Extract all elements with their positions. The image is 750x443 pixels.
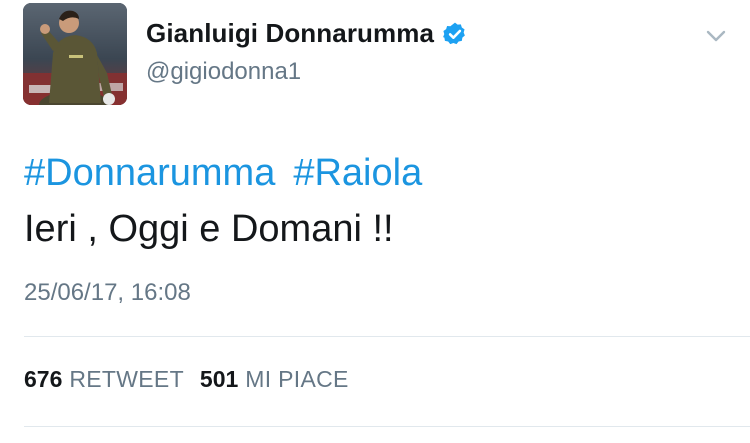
avatar-image — [23, 3, 127, 105]
author-display-name[interactable]: Gianluigi Donnarumma — [146, 18, 434, 49]
retweet-count[interactable]: 676 — [24, 366, 62, 393]
hashtag-link[interactable]: #Raiola — [293, 152, 422, 194]
author-handle[interactable]: @gigiodonna1 — [146, 58, 301, 86]
tweet-hashtags: #Donnarumma #Raiola — [24, 152, 440, 195]
verified-badge-icon — [443, 22, 465, 44]
author-name-row[interactable]: Gianluigi Donnarumma — [146, 18, 468, 49]
tweet-text: Ieri , Oggi e Domani !! — [24, 208, 394, 250]
chevron-down-icon[interactable] — [705, 25, 727, 47]
tweet-stats: 676 RETWEET 501 MI PIACE — [24, 366, 365, 393]
divider — [24, 336, 750, 337]
retweet-label[interactable]: RETWEET — [69, 366, 184, 393]
hashtag-link[interactable]: #Donnarumma — [24, 152, 275, 194]
like-label[interactable]: MI PIACE — [245, 366, 348, 393]
tweet-timestamp[interactable]: 25/06/17, 16:08 — [24, 279, 191, 307]
like-count[interactable]: 501 — [200, 366, 238, 393]
avatar[interactable] — [23, 3, 127, 105]
divider — [24, 426, 750, 427]
